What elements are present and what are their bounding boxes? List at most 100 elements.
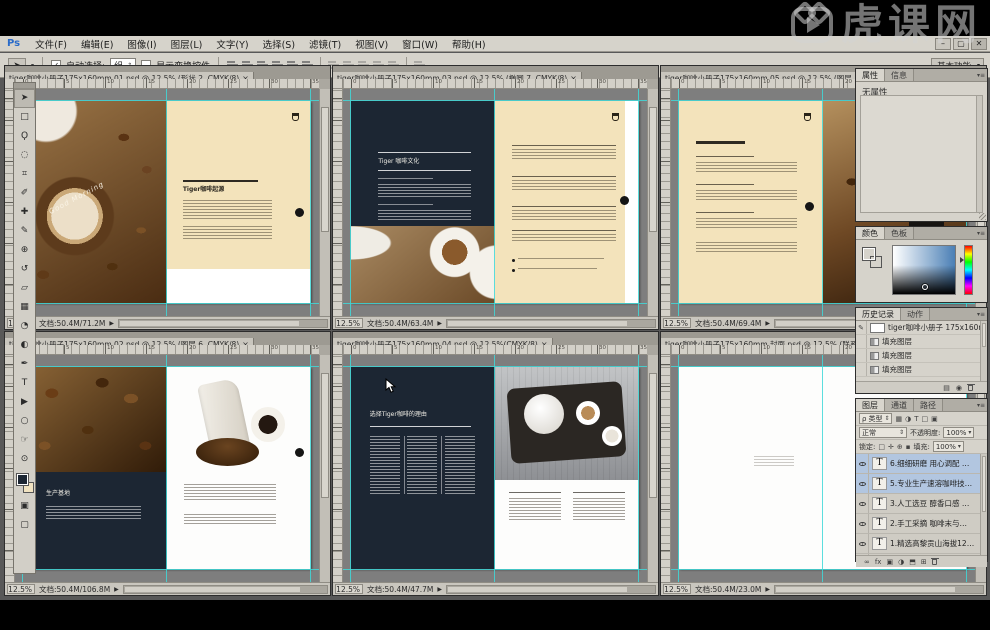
restore-button[interactable]: ▢ — [953, 38, 969, 50]
layer-filter-icon[interactable]: ▣ — [931, 415, 938, 423]
quick-mask-tool[interactable]: ▣ — [14, 497, 35, 516]
hand-tool[interactable]: ☞ — [14, 431, 35, 450]
tab-properties[interactable]: 属性 — [856, 69, 885, 81]
clone-stamp-tool[interactable]: ⊕ — [14, 241, 35, 260]
minimize-button[interactable]: – — [935, 38, 951, 50]
screen-mode-tool[interactable]: ▢ — [14, 516, 35, 535]
layer-row[interactable]: T3.人工选豆 醇香口感 … — [856, 494, 987, 514]
history-source-icon[interactable]: ✎ — [856, 321, 867, 334]
tab-paths[interactable]: 路径 — [914, 399, 943, 411]
scrollbar-horizontal[interactable] — [446, 585, 656, 594]
zoom-level[interactable]: 12.5% — [663, 318, 691, 328]
text-layer-thumbnail[interactable]: T — [872, 517, 887, 530]
close-button[interactable]: ✕ — [971, 38, 987, 50]
tab-channels[interactable]: 通道 — [885, 399, 914, 411]
layer-row[interactable]: T1.精选高黎贡山海拔12… — [856, 534, 987, 554]
layers-footer-icon[interactable]: ▣ — [886, 558, 893, 566]
history-step-row[interactable]: 填充图层 — [856, 335, 987, 349]
text-layer-thumbnail[interactable]: T — [872, 477, 887, 490]
panel-menu-icon[interactable]: ▾≡ — [977, 230, 985, 237]
status-arrow-icon[interactable]: ▶ — [109, 320, 114, 327]
brush-tool[interactable]: ✎ — [14, 222, 35, 241]
menu-item[interactable]: 窗口(W) — [395, 37, 445, 51]
tab-layers[interactable]: 图层 — [856, 399, 885, 411]
eye-icon[interactable] — [856, 454, 869, 473]
zoom-level[interactable]: 12.5% — [663, 584, 691, 594]
path-selection-tool[interactable]: ▶ — [14, 393, 35, 412]
panel-menu-icon[interactable]: ▾≡ — [977, 402, 985, 409]
layer-row[interactable]: T — [856, 554, 987, 555]
status-arrow-icon[interactable]: ▶ — [437, 586, 442, 593]
layers-footer-icon[interactable]: ∞ — [864, 558, 870, 566]
zoom-tool[interactable]: ⊙ — [14, 450, 35, 469]
scrollbar-vertical[interactable] — [647, 89, 658, 316]
lock-icon[interactable]: □ — [878, 443, 885, 451]
history-brush-tool[interactable]: ↺ — [14, 260, 35, 279]
menu-item[interactable]: 图层(L) — [164, 37, 210, 51]
canvas-01[interactable]: Good Morning Tiger咖啡起源 — [15, 89, 319, 316]
eye-icon[interactable] — [856, 514, 869, 533]
foreground-color-swatch[interactable] — [863, 248, 875, 260]
lock-icon[interactable]: ⊕ — [897, 443, 903, 451]
opacity-dropdown[interactable]: 100% ▾ — [943, 427, 974, 438]
trash-icon[interactable] — [968, 385, 973, 391]
type-tool[interactable]: T — [14, 374, 35, 393]
quick-selection-tool[interactable]: ◌ — [14, 146, 35, 165]
scrollbar-vertical[interactable] — [980, 321, 987, 381]
menu-item[interactable]: 图像(I) — [120, 37, 163, 51]
resize-grip[interactable] — [979, 213, 986, 220]
scrollbar-horizontal[interactable] — [774, 585, 984, 594]
zoom-level[interactable]: 12.5% — [335, 584, 363, 594]
blur-tool[interactable]: ◔ — [14, 317, 35, 336]
status-arrow-icon[interactable]: ▶ — [114, 586, 119, 593]
scrollbar-vertical[interactable] — [976, 96, 982, 212]
layer-filter-icon[interactable]: ▦ — [895, 415, 902, 423]
dodge-tool[interactable]: ◐ — [14, 336, 35, 355]
layers-footer-icon[interactable]: ⊞ — [921, 558, 927, 566]
pen-tool[interactable]: ✒ — [14, 355, 35, 374]
history-footer-icon[interactable]: ▤ — [943, 384, 950, 392]
menu-item[interactable]: 选择(S) — [256, 37, 302, 51]
canvas-03[interactable]: Tiger 咖啡文化 — [343, 89, 647, 316]
tab-history[interactable]: 历史记录 — [856, 308, 901, 320]
lasso-tool[interactable]: Ϙ — [14, 127, 35, 146]
scrollbar-vertical[interactable] — [319, 89, 330, 316]
scrollbar-horizontal[interactable] — [118, 319, 328, 328]
marquee-tool[interactable]: □ — [14, 108, 35, 127]
color-cursor[interactable] — [922, 284, 928, 290]
hue-slider-arrow-icon[interactable] — [960, 257, 964, 263]
saturation-field[interactable] — [892, 245, 956, 295]
menu-item[interactable]: 帮助(H) — [445, 37, 493, 51]
fill-dropdown[interactable]: 100% ▾ — [933, 441, 964, 452]
layers-footer-icon[interactable]: ◑ — [898, 558, 904, 566]
eye-icon[interactable] — [856, 474, 869, 493]
eye-icon[interactable] — [856, 534, 869, 553]
layer-row[interactable]: T2.手工采摘 咖啡末与… — [856, 514, 987, 534]
scrollbar-vertical[interactable] — [980, 454, 987, 555]
history-step-row[interactable]: 填充图层 — [856, 349, 987, 363]
lock-icon[interactable]: ✛ — [888, 443, 894, 451]
tab-color[interactable]: 颜色 — [856, 227, 885, 239]
layer-filter-icon[interactable]: T — [914, 415, 918, 423]
text-layer-thumbnail[interactable]: T — [872, 537, 887, 550]
zoom-level[interactable]: 12.5% — [335, 318, 363, 328]
layers-footer-icon[interactable]: fx — [875, 558, 882, 566]
foreground-color-swatch[interactable] — [17, 474, 28, 485]
menu-item[interactable]: 编辑(E) — [74, 37, 120, 51]
tab-info[interactable]: 信息 — [885, 69, 914, 81]
hue-slider[interactable] — [964, 245, 973, 295]
scrollbar-vertical[interactable] — [319, 355, 330, 582]
layer-filter-icon[interactable]: ◑ — [905, 415, 911, 423]
scrollbar-horizontal[interactable] — [446, 319, 656, 328]
menu-item[interactable]: 文字(Y) — [209, 37, 255, 51]
healing-brush-tool[interactable]: ✚ — [14, 203, 35, 222]
layer-filter-dropdown[interactable]: ρ 类型 ⇕ — [859, 413, 892, 424]
canvas-02[interactable]: 生产基地 — [15, 355, 319, 582]
trash-icon[interactable] — [932, 559, 937, 565]
panel-menu-icon[interactable]: ▾≡ — [977, 311, 985, 318]
menu-item[interactable]: 视图(V) — [348, 37, 395, 51]
eraser-tool[interactable]: ▱ — [14, 279, 35, 298]
layer-row[interactable]: T5.专业生产速溶咖啡技… — [856, 474, 987, 494]
scrollbar-horizontal[interactable] — [123, 585, 328, 594]
menu-item[interactable]: 文件(F) — [28, 37, 74, 51]
